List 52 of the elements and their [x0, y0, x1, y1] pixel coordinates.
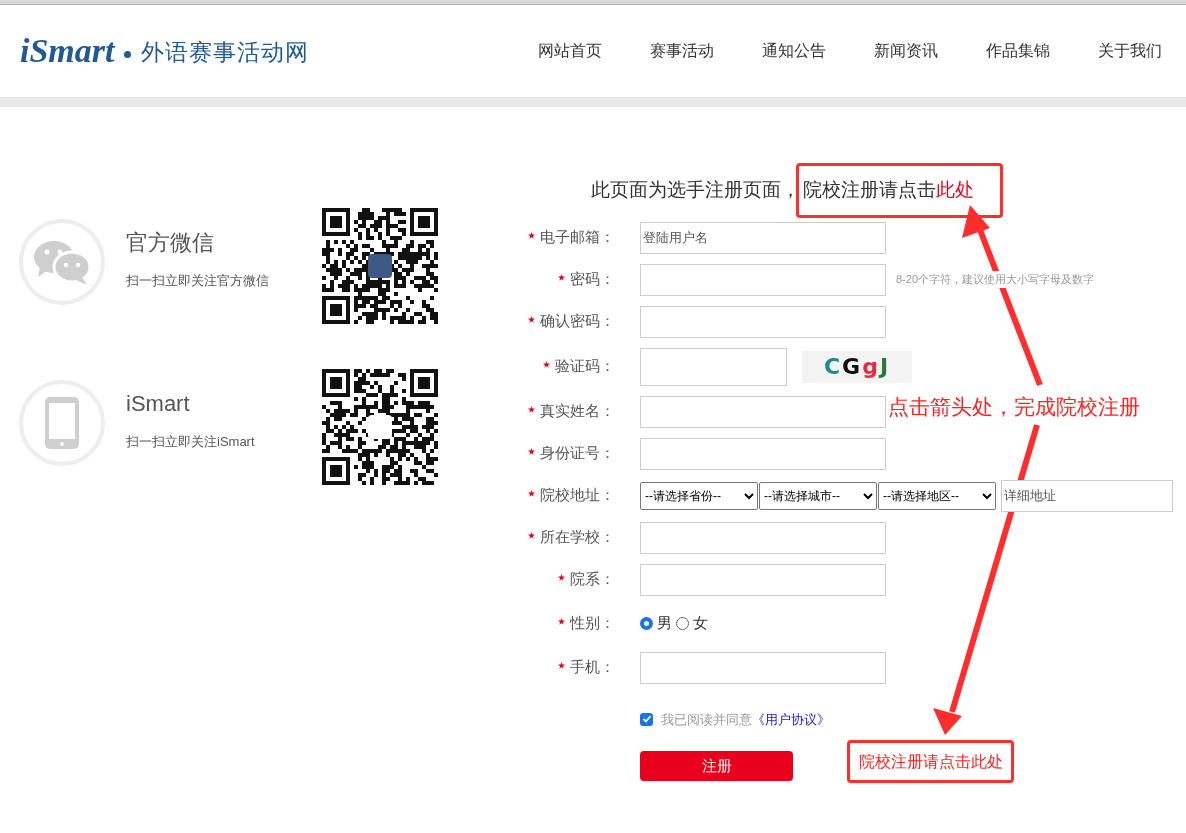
radio-button[interactable] — [640, 617, 653, 630]
field-label: 性别： — [570, 613, 615, 634]
nav-link[interactable]: 作品集锦 — [962, 39, 1074, 63]
section-subtitle: 扫一扫立即关注iSmart — [126, 433, 256, 451]
field-label: 身份证号： — [540, 443, 615, 464]
input-field[interactable] — [640, 521, 886, 554]
hint-text: 8-20个字符，建议使用大小写字母及数字 — [896, 271, 1095, 288]
section-subtitle: 扫一扫立即关注官方微信 — [126, 272, 270, 290]
input-field[interactable] — [640, 437, 886, 470]
nav-link[interactable]: 通知公告 — [738, 39, 850, 63]
input-field[interactable] — [640, 563, 886, 596]
nav-link[interactable]: 关于我们 — [1074, 39, 1186, 63]
input-field[interactable] — [640, 263, 886, 296]
nav-link[interactable]: 赛事活动 — [626, 39, 738, 63]
section-title: iSmart — [126, 390, 191, 418]
captcha-image[interactable]: CGgJ — [802, 350, 912, 383]
callout-text: 院校注册请点击 — [803, 178, 936, 202]
input-field[interactable] — [640, 651, 886, 684]
radio-label: 男 — [657, 613, 672, 634]
field-label: 电子邮箱： — [540, 227, 615, 248]
dropdown[interactable]: --请选择省份-- — [640, 481, 758, 510]
nav-link[interactable]: 新闻资讯 — [850, 39, 962, 63]
input-field[interactable]: 详细地址 — [1001, 479, 1173, 512]
field-label: 验证码： — [555, 356, 615, 377]
dropdown[interactable]: --请选择地区-- — [878, 481, 996, 510]
input-field[interactable] — [640, 395, 886, 428]
field-label: 所在学校： — [540, 527, 615, 548]
field-label: 手机： — [570, 657, 615, 678]
field-label: 院系： — [570, 569, 615, 590]
agree-text: 我已阅读并同意 — [661, 711, 752, 727]
heading-text: 此页面为选手注册页面， — [591, 178, 800, 202]
input-field[interactable] — [640, 305, 886, 338]
radio-label: 女 — [693, 613, 708, 634]
logo-brand[interactable]: iSmart — [20, 34, 115, 68]
register-button[interactable]: 注册 — [640, 751, 793, 781]
phone-icon — [45, 397, 79, 449]
user-agreement-link[interactable]: 《用户协议》 — [752, 711, 830, 727]
field-label: 密码： — [570, 269, 615, 290]
nav-link[interactable]: 网站首页 — [514, 39, 626, 63]
input-field[interactable]: 登陆用户名 — [640, 221, 886, 254]
input-field[interactable] — [640, 347, 787, 386]
here-link[interactable]: 此处 — [936, 176, 974, 205]
agree-checkbox[interactable] — [640, 712, 653, 726]
field-label: 真实姓名： — [540, 401, 615, 422]
qr-code-icon — [322, 369, 438, 485]
field-label: 院校地址： — [540, 485, 615, 506]
dropdown[interactable]: --请选择城市-- — [759, 481, 877, 510]
field-label: 确认密码： — [540, 311, 615, 332]
logo-text: 外语赛事活动网 — [141, 38, 310, 67]
section-title: 官方微信 — [126, 229, 215, 257]
callout-button[interactable]: 院校注册请点击此处 — [847, 740, 1014, 783]
qr-code-icon — [322, 208, 438, 324]
